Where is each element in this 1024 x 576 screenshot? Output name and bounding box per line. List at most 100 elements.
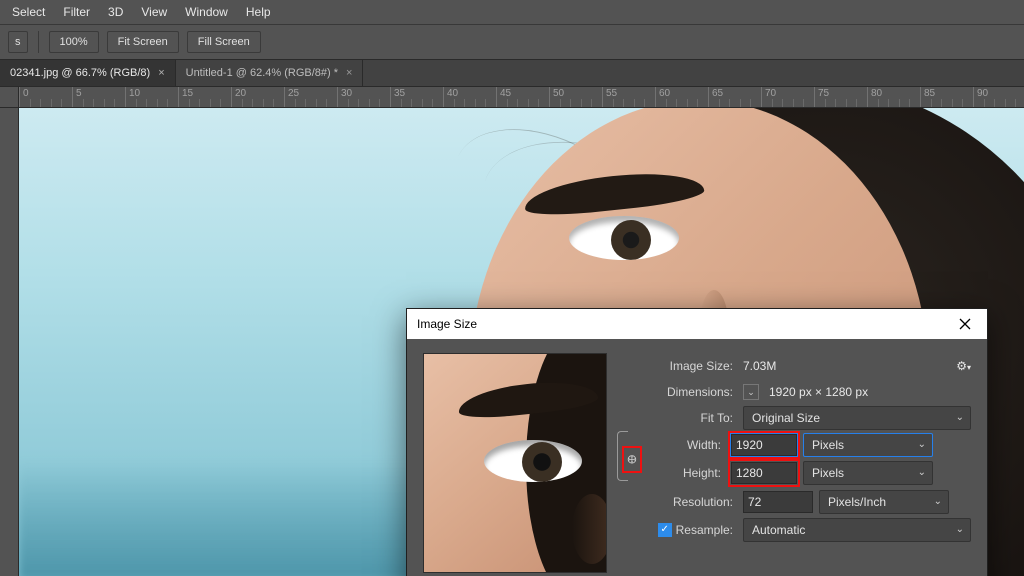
close-button[interactable] — [951, 313, 979, 335]
dimensions-value: 1920 px × 1280 px — [769, 385, 868, 399]
document-tab[interactable]: Untitled-1 @ 62.4% (RGB/8#) * × — [176, 60, 364, 86]
fit-screen-button[interactable]: Fit Screen — [107, 31, 179, 53]
ruler-minor-tick — [146, 99, 150, 107]
options-bar: s 100% Fit Screen Fill Screen — [0, 24, 1024, 60]
ruler-minor-tick — [220, 99, 224, 107]
dimensions-disclosure[interactable]: ⌄ — [743, 384, 759, 400]
canvas-image — [569, 216, 679, 260]
height-input[interactable]: 1280 — [731, 462, 797, 484]
ruler-minor-tick — [613, 99, 617, 107]
close-icon[interactable]: × — [158, 67, 164, 79]
menu-bar: Select Filter 3D View Window Help — [0, 0, 1024, 24]
gear-icon[interactable]: ⚙▾ — [956, 359, 971, 373]
ruler-minor-tick — [740, 99, 744, 107]
menu-window[interactable]: Window — [177, 3, 236, 21]
resolution-input[interactable]: 72 — [743, 491, 813, 513]
ruler-minor-tick — [252, 99, 256, 107]
ruler-horizontal[interactable]: 051015202530354045505560657075808590 — [0, 87, 1024, 108]
fill-screen-button[interactable]: Fill Screen — [187, 31, 261, 53]
ruler-minor-tick — [369, 99, 373, 107]
menu-select[interactable]: Select — [4, 3, 53, 21]
menu-filter[interactable]: Filter — [55, 3, 98, 21]
ruler-minor-tick — [136, 99, 140, 107]
ruler-minor-tick — [825, 99, 829, 107]
ruler-minor-tick — [941, 99, 945, 107]
ruler-minor-tick — [581, 99, 585, 107]
image-size-value: 7.03M — [743, 359, 776, 373]
fit-to-value: Original Size — [752, 411, 820, 425]
ruler-minor-tick — [454, 99, 458, 107]
resolution-unit-select[interactable]: Pixels/Inch ⌄ — [819, 490, 949, 514]
canvas[interactable]: Image Size Image Size: 7.03M — [19, 108, 1024, 576]
ruler-origin[interactable] — [0, 87, 19, 107]
ruler-minor-tick — [1005, 99, 1009, 107]
zoom-level-button[interactable]: 100% — [49, 31, 99, 53]
ruler-minor-tick — [676, 99, 680, 107]
ruler-minor-tick — [687, 99, 691, 107]
ruler-minor-tick — [952, 99, 956, 107]
ruler-minor-tick — [157, 99, 161, 107]
width-unit-value: Pixels — [812, 438, 844, 452]
menu-3d[interactable]: 3D — [100, 3, 131, 21]
ruler-minor-tick — [93, 99, 97, 107]
image-size-form: Image Size: 7.03M ⚙▾ Dimensions: ⌄ 1920 … — [621, 353, 971, 573]
resample-label: Resample: — [676, 523, 733, 537]
resolution-label: Resolution: — [621, 495, 737, 509]
ruler-minor-tick — [411, 99, 415, 107]
ruler-minor-tick — [909, 99, 913, 107]
ruler-minor-tick — [772, 99, 776, 107]
ruler-minor-tick — [464, 99, 468, 107]
chevron-down-icon: ⌄ — [934, 496, 942, 507]
toolbar-leading[interactable]: s — [8, 31, 28, 53]
ruler-minor-tick — [888, 99, 892, 107]
ruler-minor-tick — [242, 99, 246, 107]
ruler-minor-tick — [273, 99, 277, 107]
ruler-minor-tick — [878, 99, 882, 107]
ruler-minor-tick — [189, 99, 193, 107]
resolution-unit-value: Pixels/Inch — [828, 495, 886, 509]
ruler-minor-tick — [793, 99, 797, 107]
width-input[interactable]: 1920 — [731, 434, 797, 456]
ruler-minor-tick — [507, 99, 511, 107]
document-tab[interactable]: 02341.jpg @ 66.7% (RGB/8) × — [0, 60, 176, 86]
ruler-minor-tick — [30, 99, 34, 107]
ruler-minor-tick — [475, 99, 479, 107]
link-icon: 𐃏 — [627, 453, 637, 467]
resample-select[interactable]: Automatic ⌄ — [743, 518, 971, 542]
ruler-minor-tick — [1015, 99, 1019, 107]
width-unit-select[interactable]: Pixels ⌄ — [803, 433, 933, 457]
chevron-down-icon: ⌄ — [918, 467, 926, 478]
ruler-minor-tick — [263, 99, 267, 107]
fit-to-select[interactable]: Original Size ⌄ — [743, 406, 971, 430]
width-label: Width: — [649, 438, 725, 452]
dialog-titlebar[interactable]: Image Size — [407, 309, 987, 339]
ruler-vertical[interactable] — [0, 108, 19, 576]
menu-help[interactable]: Help — [238, 3, 279, 21]
chevron-down-icon: ⌄ — [956, 412, 964, 423]
close-icon[interactable]: × — [346, 67, 352, 79]
ruler-minor-tick — [326, 99, 330, 107]
ruler-minor-tick — [432, 99, 436, 107]
ruler-minor-tick — [305, 99, 309, 107]
chevron-down-icon: ⌄ — [918, 439, 926, 450]
image-size-preview — [423, 353, 607, 573]
toolbar-separator — [38, 31, 39, 53]
menu-view[interactable]: View — [133, 3, 175, 21]
ruler-minor-tick — [570, 99, 574, 107]
ruler-minor-tick — [623, 99, 627, 107]
constrain-proportions-toggle[interactable]: 𐃏 — [622, 446, 642, 473]
ruler-minor-tick — [560, 99, 564, 107]
ruler-minor-tick — [422, 99, 426, 107]
ruler-tick: 5 — [72, 87, 82, 107]
resample-checkbox[interactable]: ✓ — [658, 523, 672, 537]
ruler-minor-tick — [517, 99, 521, 107]
chevron-down-icon: ⌄ — [956, 524, 964, 535]
ruler-minor-tick — [358, 99, 362, 107]
ruler-minor-tick — [697, 99, 701, 107]
height-unit-select[interactable]: Pixels ⌄ — [803, 461, 933, 485]
ruler-minor-tick — [61, 99, 65, 107]
resample-value: Automatic — [752, 523, 805, 537]
ruler-minor-tick — [719, 99, 723, 107]
ruler-minor-tick — [114, 99, 118, 107]
ruler-tick: 0 — [19, 87, 29, 107]
